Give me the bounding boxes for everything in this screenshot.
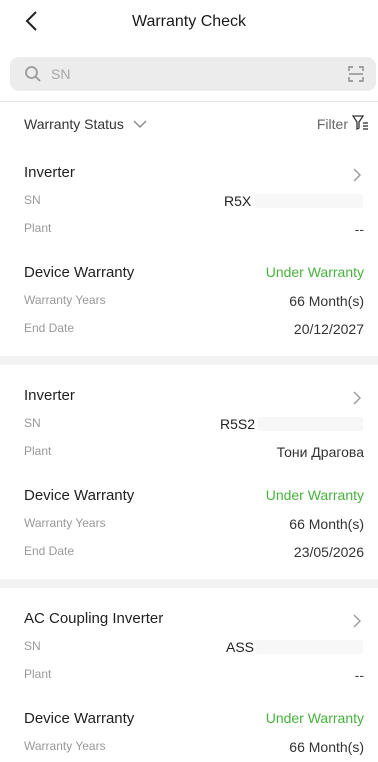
years-row: Warranty Years 66 Month(s) [0, 511, 378, 539]
filter-bar: Warranty Status Filter [0, 101, 378, 148]
warranty-status: Under Warranty [265, 264, 364, 280]
card-separator [0, 356, 378, 365]
device-header-row[interactable]: AC Coupling Inverter [0, 604, 378, 634]
sn-label: SN [24, 639, 41, 653]
chevron-right-icon[interactable] [352, 168, 362, 182]
device-header-row[interactable]: Inverter [0, 381, 378, 411]
device-card[interactable]: AC Coupling Inverter SN ASS Plant -- Dev… [0, 588, 378, 762]
sn-value: R5X [224, 193, 252, 209]
plant-row: Plant -- [0, 216, 378, 244]
device-type: Inverter [24, 164, 75, 181]
warranty-status: Under Warranty [265, 710, 364, 726]
warranty-label: Device Warranty [24, 264, 135, 281]
sn-redaction [258, 417, 363, 431]
warranty-label: Device Warranty [24, 487, 135, 504]
device-type: Inverter [24, 387, 75, 404]
search-input[interactable]: SN [51, 66, 70, 82]
device-header-row[interactable]: Inverter [0, 158, 378, 188]
chevron-down-icon[interactable] [133, 119, 147, 129]
plant-label: Plant [24, 221, 52, 235]
years-value: 66 Month(s) [289, 516, 364, 532]
years-row: Warranty Years 66 Month(s) [0, 288, 378, 316]
plant-label: Plant [24, 444, 52, 458]
scan-icon[interactable] [348, 66, 364, 82]
device-type: AC Coupling Inverter [24, 610, 164, 627]
device-card[interactable]: Inverter SN R5S2 Plant Тони Драгова Devi… [0, 365, 378, 579]
plant-value: -- [354, 667, 364, 683]
plant-row: Plant -- [0, 662, 378, 690]
years-label: Warranty Years [24, 293, 106, 307]
sn-redaction [256, 640, 363, 654]
plant-row: Plant Тони Драгова [0, 439, 378, 467]
plant-label: Plant [24, 667, 52, 681]
warranty-row: Device Warranty Under Warranty [0, 481, 378, 511]
end-date-row: End Date 23/05/2026 [0, 539, 378, 567]
plant-value: -- [354, 221, 364, 237]
chevron-right-icon[interactable] [352, 391, 362, 405]
top-bar: Warranty Check [0, 0, 378, 44]
warranty-status-dropdown[interactable]: Warranty Status [24, 116, 124, 132]
chevron-right-icon[interactable] [352, 614, 362, 628]
search-icon [25, 66, 41, 82]
end-date-label: End Date [24, 544, 75, 558]
search-bar[interactable]: SN [10, 57, 376, 91]
end-date-row: End Date 20/12/2027 [0, 316, 378, 344]
plant-value: Тони Драгова [276, 444, 364, 460]
sn-value: R5S2 [220, 416, 256, 432]
years-value: 66 Month(s) [289, 293, 364, 309]
warranty-row: Device Warranty Under Warranty [0, 704, 378, 734]
filter-button[interactable]: Filter [317, 116, 348, 132]
sn-row: SN R5S2 [0, 411, 378, 439]
years-value: 66 Month(s) [289, 739, 364, 755]
sn-label: SN [24, 416, 41, 430]
end-date-value: 20/12/2027 [293, 321, 364, 337]
warranty-label: Device Warranty [24, 710, 135, 727]
years-label: Warranty Years [24, 516, 106, 530]
device-card[interactable]: Inverter SN R5X Plant -- Device Warranty… [0, 146, 378, 356]
sn-label: SN [24, 193, 41, 207]
end-date-value: 23/05/2026 [293, 544, 364, 560]
sn-value: ASS [226, 639, 255, 655]
filter-icon[interactable] [352, 115, 368, 131]
sn-redaction [255, 194, 363, 208]
card-separator [0, 579, 378, 588]
device-list: Inverter SN R5X Plant -- Device Warranty… [0, 146, 378, 762]
warranty-row: Device Warranty Under Warranty [0, 258, 378, 288]
sn-row: SN ASS [0, 634, 378, 662]
warranty-status: Under Warranty [265, 487, 364, 503]
page-title: Warranty Check [131, 13, 247, 30]
sn-row: SN R5X [0, 188, 378, 216]
years-row: Warranty Years 66 Month(s) [0, 734, 378, 762]
end-date-label: End Date [24, 321, 75, 335]
years-label: Warranty Years [24, 739, 106, 753]
